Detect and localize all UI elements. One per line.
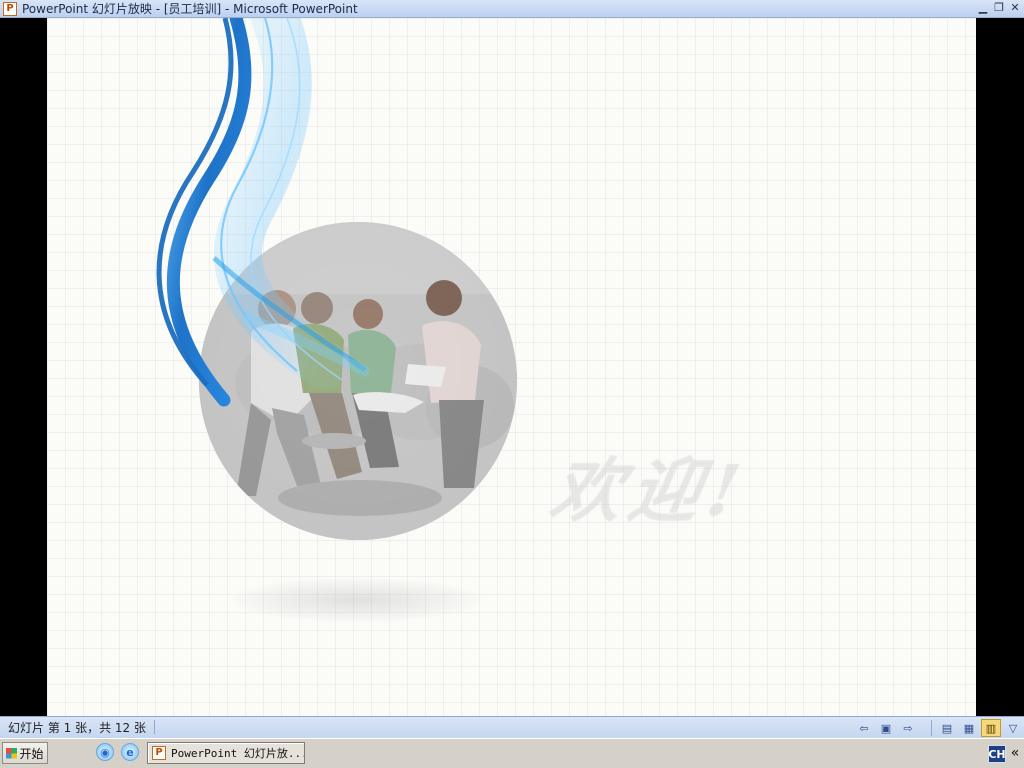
- quick-launch: ◉ e: [96, 743, 139, 761]
- start-label: 开始: [19, 746, 44, 761]
- status-separator: [931, 720, 932, 736]
- status-bar: 幻灯片 第 1 张，共 12 张 ⇦ ▣ ⇨ ▤ ▦ ▥ ▽: [0, 716, 1024, 738]
- normal-view-icon[interactable]: ▤: [937, 719, 957, 737]
- start-button[interactable]: 开始: [2, 742, 48, 764]
- slideshow-icon[interactable]: ▽: [1003, 719, 1023, 737]
- status-divider: [154, 720, 155, 734]
- previous-slide-icon[interactable]: ⇦: [854, 719, 874, 737]
- slide-show-stage: 欢迎!: [0, 18, 1024, 716]
- next-slide-icon[interactable]: ⇨: [898, 719, 918, 737]
- minimize-icon[interactable]: ▁: [976, 1, 990, 15]
- title-bar: P PowerPoint 幻灯片放映 - [员工培训] - Microsoft …: [0, 0, 1024, 18]
- slide-sorter-icon[interactable]: ▦: [959, 719, 979, 737]
- powerpoint-icon: P: [3, 1, 17, 16]
- slide-menu-icon[interactable]: ▣: [876, 719, 896, 737]
- language-indicator[interactable]: CH: [988, 745, 1006, 763]
- taskbar: 开始 ◉ e P PowerPoint 幻灯片放... CH «: [0, 738, 1024, 768]
- powerpoint-task-button[interactable]: P PowerPoint 幻灯片放...: [147, 742, 305, 764]
- task-button-label: PowerPoint 幻灯片放...: [171, 747, 305, 760]
- slide-canvas[interactable]: 欢迎!: [47, 18, 976, 716]
- slide-count-text: 幻灯片 第 1 张，共 12 张: [8, 721, 146, 735]
- close-icon[interactable]: ✕: [1008, 1, 1022, 15]
- windows-logo-icon: [6, 747, 18, 759]
- blue-ribbon-graphic: [156, 18, 369, 407]
- powerpoint-task-icon: P: [152, 746, 166, 760]
- browser-icon[interactable]: ◉: [96, 743, 114, 761]
- restore-icon[interactable]: ❐: [992, 1, 1006, 15]
- window-controls: ▁ ❐ ✕: [976, 1, 1022, 15]
- photo-shadow: [232, 578, 482, 622]
- welcome-watermark: 欢迎!: [544, 449, 755, 532]
- internet-explorer-icon[interactable]: e: [121, 743, 139, 761]
- status-controls: ⇦ ▣ ⇨ ▤ ▦ ▥ ▽: [853, 717, 1024, 739]
- reading-view-icon[interactable]: ▥: [981, 719, 1001, 737]
- window-title: PowerPoint 幻灯片放映 - [员工培训] - Microsoft Po…: [22, 2, 358, 16]
- double-left-chevron-icon[interactable]: «: [1008, 744, 1022, 762]
